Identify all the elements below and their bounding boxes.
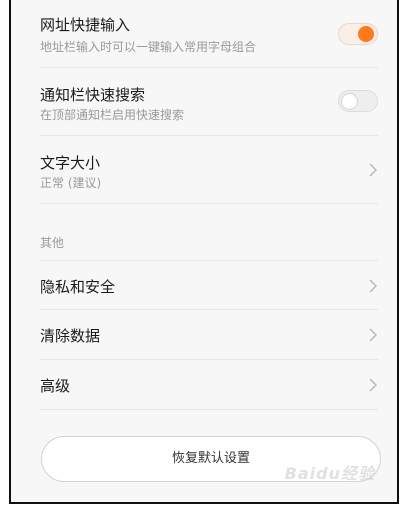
setting-font-size[interactable]: 文字大小 正常 (建议) bbox=[40, 136, 378, 204]
setting-url-quick-input[interactable]: 网址快捷输入 地址栏输入时可以一键输入常用字母组合 bbox=[40, 0, 378, 68]
setting-subtitle: 地址栏输入时可以一键输入常用字母组合 bbox=[40, 40, 257, 54]
setting-clear-data[interactable]: 清除数据 bbox=[40, 310, 378, 360]
setting-subtitle: 正常 (建议) bbox=[40, 176, 102, 190]
toggle-knob bbox=[341, 93, 358, 110]
setting-title: 隐私和安全 bbox=[40, 278, 116, 296]
setting-subtitle: 在顶部通知栏启用快速搜索 bbox=[40, 108, 185, 122]
setting-title: 清除数据 bbox=[40, 327, 101, 345]
notification-search-toggle[interactable] bbox=[338, 90, 378, 112]
chevron-right-icon bbox=[369, 163, 377, 177]
setting-title: 网址快捷输入 bbox=[40, 16, 131, 34]
baidu-watermark: Baidu经验 bbox=[284, 464, 375, 483]
settings-screen: 网址快捷输入 地址栏输入时可以一键输入常用字母组合 通知栏快速搜索 在顶部通知栏… bbox=[9, 0, 399, 504]
chevron-right-icon bbox=[369, 279, 377, 293]
setting-privacy-security[interactable]: 隐私和安全 bbox=[40, 260, 378, 310]
setting-title: 通知栏快速搜索 bbox=[40, 86, 146, 104]
chevron-right-icon bbox=[369, 328, 377, 342]
setting-title: 高级 bbox=[40, 377, 71, 395]
toggle-knob bbox=[358, 26, 374, 42]
chevron-right-icon bbox=[369, 378, 377, 392]
setting-notification-search[interactable]: 通知栏快速搜索 在顶部通知栏启用快速搜索 bbox=[40, 68, 378, 136]
setting-title: 文字大小 bbox=[40, 154, 101, 172]
url-quick-input-toggle[interactable] bbox=[338, 23, 378, 45]
section-header-other: 其他 bbox=[40, 236, 65, 250]
setting-advanced[interactable]: 高级 bbox=[40, 360, 378, 410]
